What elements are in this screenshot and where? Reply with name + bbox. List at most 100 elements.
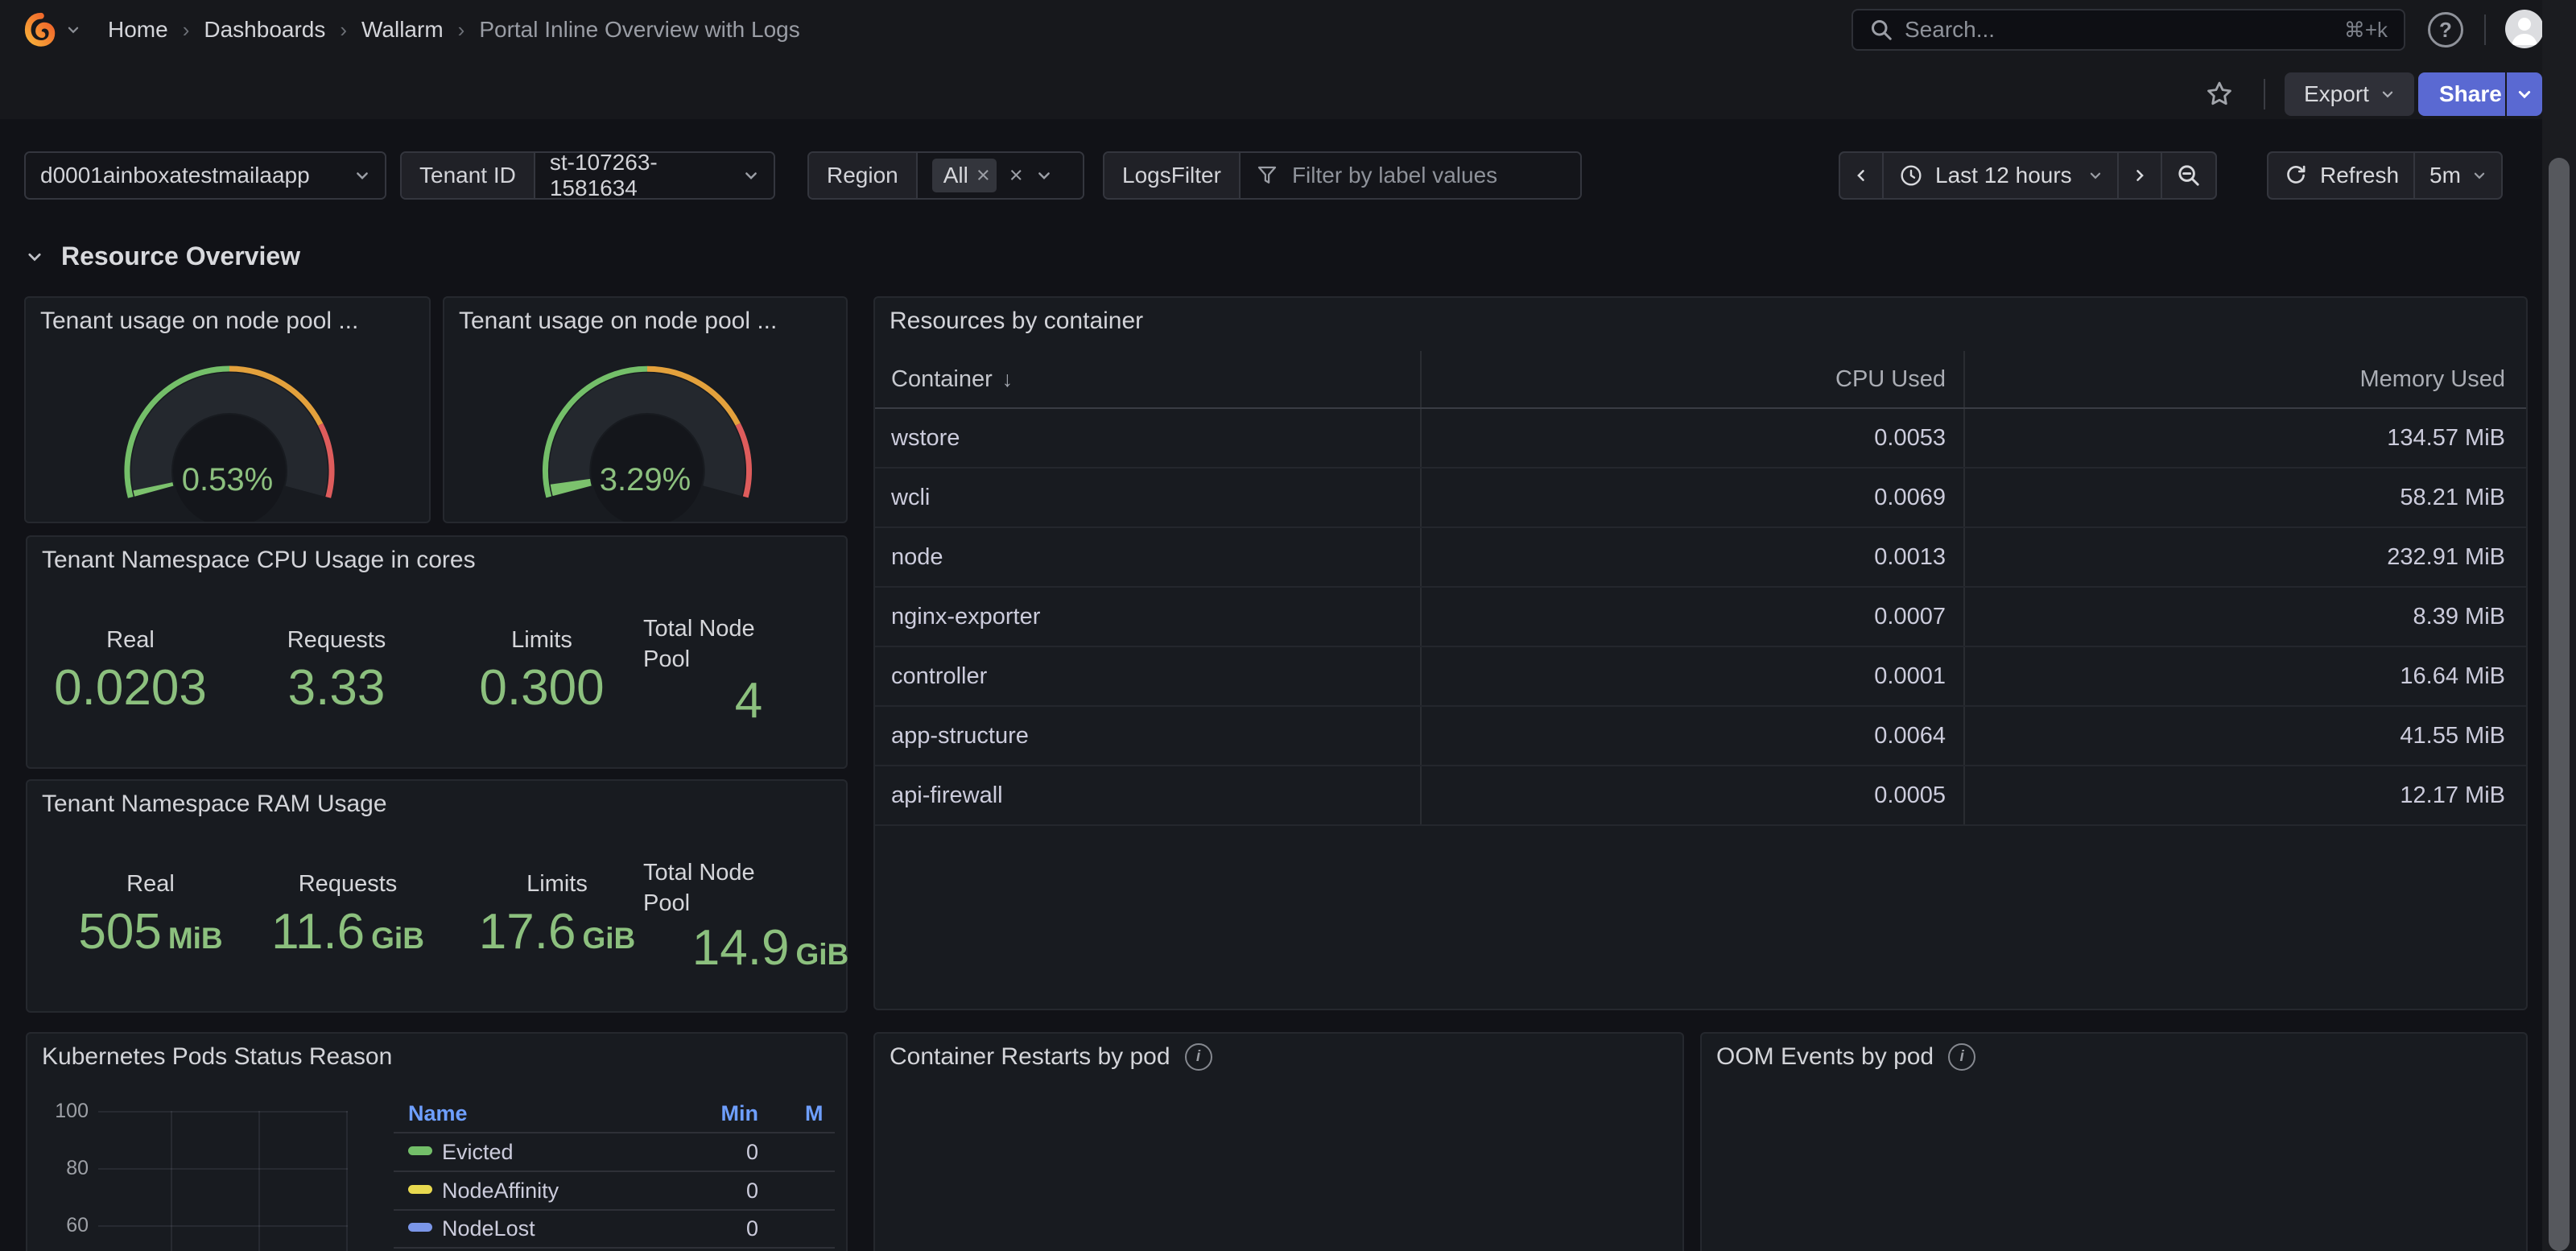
panel-cpu-usage: Tenant Namespace CPU Usage in cores Real…: [26, 535, 848, 769]
funnel-icon: [1255, 163, 1279, 188]
cell-container: nginx-exporter: [875, 588, 1422, 646]
legend-separator: [394, 1132, 835, 1133]
legend-header-min[interactable]: Min: [702, 1101, 758, 1126]
refresh-button[interactable]: Refresh: [2268, 153, 2415, 198]
search-placeholder: Search...: [1905, 17, 2344, 43]
zoom-out-button[interactable]: [2162, 153, 2215, 198]
chevron-down-icon: [1036, 167, 1052, 184]
favorite-star-icon[interactable]: [2204, 79, 2235, 109]
export-button[interactable]: Export: [2285, 72, 2414, 116]
breadcrumb-folder[interactable]: Wallarm: [361, 17, 444, 43]
legend-header-name[interactable]: Name: [408, 1101, 468, 1126]
breadcrumb-separator: ›: [458, 18, 465, 43]
column-header-cpu[interactable]: CPU Used: [1422, 351, 1965, 407]
tenant-id-value: st-107263-1581634: [550, 151, 730, 200]
stat-value-limits: 0.300: [479, 659, 604, 716]
tenant-id-filter[interactable]: Tenant ID st-107263-1581634: [400, 151, 775, 200]
help-button[interactable]: ?: [2428, 12, 2463, 47]
stat-label-requests: Requests: [299, 871, 398, 898]
cell-container: node: [875, 528, 1422, 586]
time-range-picker[interactable]: Last 12 hours: [1884, 153, 2119, 198]
refresh-icon: [2283, 163, 2309, 188]
toolbar-divider: [2264, 79, 2265, 109]
legend-header-max[interactable]: M: [805, 1101, 824, 1126]
time-range-label: Last 12 hours: [1935, 163, 2072, 188]
series-color-pill: [408, 1185, 432, 1194]
clock-icon: [1898, 163, 1924, 188]
time-shift-back-button[interactable]: [1840, 153, 1884, 198]
panel-title[interactable]: Kubernetes Pods Status Reason: [42, 1043, 392, 1071]
grafana-logo[interactable]: [23, 11, 60, 48]
scrollbar-thumb[interactable]: [2549, 158, 2570, 1251]
column-header-container[interactable]: Container ↓: [875, 351, 1422, 407]
table-row[interactable]: node 0.0013 232.91 MiB: [875, 528, 2526, 588]
cell-memory: 8.39 MiB: [1965, 588, 2523, 646]
cell-container: api-firewall: [875, 766, 1422, 824]
series-color-pill: [408, 1146, 432, 1155]
breadcrumb-separator: ›: [340, 18, 347, 43]
logs-filter-label: LogsFilter: [1104, 153, 1241, 198]
region-chip-all[interactable]: All ×: [932, 159, 997, 192]
sort-descending-icon: ↓: [1002, 367, 1013, 392]
app-variable-select[interactable]: d0001ainboxatestmailaapp: [24, 151, 386, 200]
org-switcher-chevron-icon[interactable]: [66, 23, 80, 37]
refresh-interval-select[interactable]: 5m: [2415, 153, 2501, 198]
h-gridline: [98, 1168, 348, 1170]
share-dropdown-button[interactable]: [2505, 72, 2542, 116]
breadcrumb-home[interactable]: Home: [108, 17, 168, 43]
search-input[interactable]: Search... ⌘+k: [1852, 9, 2405, 51]
panel-title[interactable]: Tenant Namespace CPU Usage in cores: [42, 547, 476, 574]
legend-series-name[interactable]: NodeAffinity: [442, 1179, 559, 1204]
stat-label-requests: Requests: [287, 627, 386, 654]
chip-remove-icon[interactable]: ×: [976, 164, 990, 188]
user-avatar[interactable]: [2505, 10, 2544, 48]
region-filter[interactable]: Region All × ×: [807, 151, 1084, 200]
panel-title[interactable]: Container Restarts by pod i: [890, 1043, 1212, 1071]
stat-label-limits: Limits: [511, 627, 572, 654]
panel-pods-status-reason: Kubernetes Pods Status Reason 100 80 60 …: [26, 1032, 848, 1251]
search-icon: [1869, 18, 1893, 42]
panel-title[interactable]: OOM Events by pod i: [1716, 1043, 1975, 1071]
section-resource-overview[interactable]: Resource Overview: [26, 242, 300, 271]
breadcrumb-separator: ›: [183, 18, 190, 43]
logs-filter-placeholder: Filter by label values: [1292, 163, 1497, 188]
panel-resources-by-container: Resources by container Container ↓ CPU U…: [873, 296, 2528, 1010]
legend-separator: [394, 1209, 835, 1211]
stat-label-real: Real: [126, 871, 175, 898]
time-range-controls: Last 12 hours: [1839, 151, 2217, 200]
stat-value-total-node-pool: 14.9GiB: [692, 919, 848, 976]
info-icon[interactable]: i: [1185, 1043, 1212, 1071]
table-row[interactable]: wstore 0.0053 134.57 MiB: [875, 409, 2526, 469]
cell-cpu: 0.0064: [1422, 707, 1965, 765]
v-gridline: [171, 1111, 172, 1251]
cell-memory: 232.91 MiB: [1965, 528, 2523, 586]
table-row[interactable]: nginx-exporter 0.0007 8.39 MiB: [875, 588, 2526, 647]
chevron-down-icon: [26, 248, 43, 266]
table-row[interactable]: api-firewall 0.0005 12.17 MiB: [875, 766, 2526, 826]
chevron-down-icon: [2088, 168, 2103, 183]
legend-series-min: 0: [694, 1140, 758, 1165]
breadcrumb-dashboards[interactable]: Dashboards: [204, 17, 325, 43]
cell-container: wstore: [875, 409, 1422, 467]
stat-label-limits: Limits: [526, 871, 588, 898]
legend-series-name[interactable]: Evicted: [442, 1140, 514, 1165]
panel-title[interactable]: Tenant Namespace RAM Usage: [42, 791, 387, 818]
table-row[interactable]: app-structure 0.0064 41.55 MiB: [875, 707, 2526, 766]
info-icon[interactable]: i: [1948, 1043, 1975, 1071]
time-shift-forward-button[interactable]: [2119, 153, 2162, 198]
y-axis-tick: 60: [27, 1214, 89, 1237]
cell-container: controller: [875, 647, 1422, 705]
panel-title[interactable]: Resources by container: [890, 308, 1143, 335]
table-row[interactable]: controller 0.0001 16.64 MiB: [875, 647, 2526, 707]
gauge-value: 0.53%: [26, 462, 429, 498]
cell-memory: 12.17 MiB: [1965, 766, 2523, 824]
logs-filter[interactable]: LogsFilter Filter by label values: [1103, 151, 1582, 200]
region-clear-icon[interactable]: ×: [1009, 164, 1023, 188]
cell-memory: 41.55 MiB: [1965, 707, 2523, 765]
legend-series-name[interactable]: NodeLost: [442, 1216, 535, 1241]
cell-cpu: 0.0001: [1422, 647, 1965, 705]
search-shortcut: ⌘+k: [2344, 18, 2388, 43]
column-header-memory[interactable]: Memory Used: [1965, 351, 2523, 407]
cell-cpu: 0.0053: [1422, 409, 1965, 467]
table-row[interactable]: wcli 0.0069 58.21 MiB: [875, 469, 2526, 528]
